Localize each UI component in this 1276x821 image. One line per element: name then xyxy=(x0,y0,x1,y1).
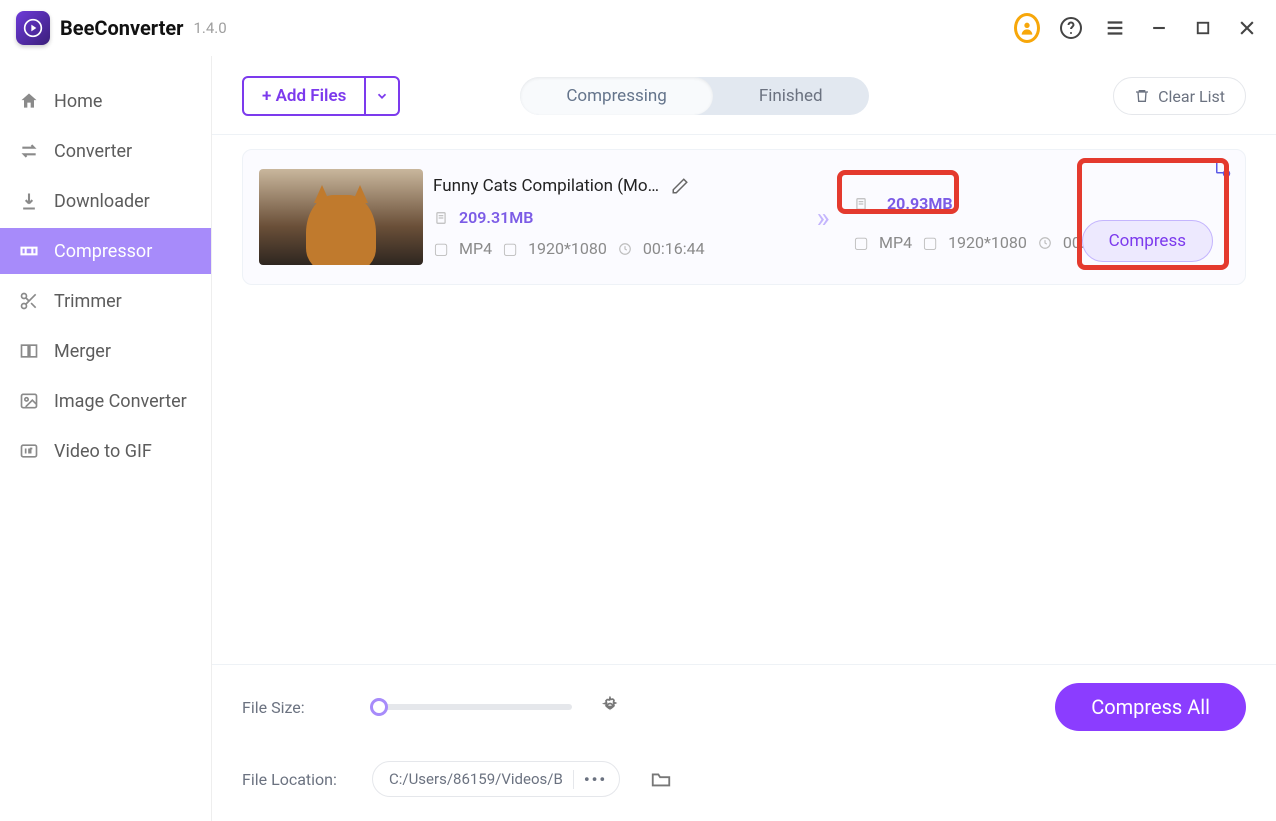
sidebar-item-image-converter[interactable]: Image Converter xyxy=(0,378,211,424)
compressor-icon xyxy=(18,240,40,262)
download-icon xyxy=(18,190,40,212)
trash-icon xyxy=(1134,88,1150,104)
sidebar-item-label: Downloader xyxy=(54,191,150,212)
sidebar-item-label: Converter xyxy=(54,141,132,162)
compress-button[interactable]: Compress xyxy=(1082,220,1213,262)
home-icon xyxy=(18,90,40,112)
maximize-icon[interactable] xyxy=(1190,15,1216,41)
titlebar: BeeConverter 1.4.0 xyxy=(0,0,1276,56)
file-location-field[interactable]: C:/Users/86159/Videos/B ••• xyxy=(372,761,620,797)
sidebar-item-downloader[interactable]: Downloader xyxy=(0,178,211,224)
target-resolution: 1920*1080 xyxy=(948,233,1027,252)
target-format: MP4 xyxy=(879,233,912,252)
account-icon[interactable] xyxy=(1014,15,1040,41)
app-version: 1.4.0 xyxy=(193,19,226,37)
clock-icon xyxy=(617,241,633,257)
sidebar-item-home[interactable]: Home xyxy=(0,78,211,124)
image-icon xyxy=(18,390,40,412)
add-files-dropdown[interactable] xyxy=(364,78,398,114)
toolbar: + Add Files Compressing Finished Clear L… xyxy=(212,56,1276,134)
sidebar-item-label: Image Converter xyxy=(54,391,187,412)
size-settings-icon[interactable] xyxy=(600,696,622,718)
tab-compressing[interactable]: Compressing xyxy=(520,77,712,115)
sidebar-item-label: Home xyxy=(54,91,102,112)
file-card: Funny Cats Compilation (Mos… 209.31MB ▢ … xyxy=(242,149,1246,285)
source-resolution: 1920*1080 xyxy=(528,239,607,258)
file-location-label: File Location: xyxy=(242,770,352,789)
sidebar-item-label: Trimmer xyxy=(54,291,122,312)
sidebar-item-label: Compressor xyxy=(54,241,152,262)
add-files-button[interactable]: + Add Files xyxy=(244,78,364,114)
minimize-icon[interactable] xyxy=(1146,15,1172,41)
file-location-path: C:/Users/86159/Videos/B xyxy=(389,770,563,788)
converter-icon xyxy=(18,140,40,162)
file-icon xyxy=(433,210,449,226)
sidebar-item-merger[interactable]: Merger xyxy=(0,328,211,374)
menu-icon[interactable] xyxy=(1102,15,1128,41)
annotation-highlight-size xyxy=(837,170,959,214)
scissors-icon xyxy=(18,290,40,312)
merger-icon xyxy=(18,340,40,362)
close-icon[interactable] xyxy=(1234,15,1260,41)
tab-finished[interactable]: Finished xyxy=(713,77,869,115)
item-settings-icon[interactable] xyxy=(1213,160,1231,178)
clear-list-label: Clear List xyxy=(1158,87,1225,106)
open-folder-icon[interactable] xyxy=(650,768,672,790)
clear-list-button[interactable]: Clear List xyxy=(1113,77,1246,115)
status-tabs: Compressing Finished xyxy=(520,77,868,115)
compress-all-button[interactable]: Compress All xyxy=(1055,683,1246,731)
sidebar-item-trimmer[interactable]: Trimmer xyxy=(0,278,211,324)
main-area: + Add Files Compressing Finished Clear L… xyxy=(212,56,1276,821)
source-size: 209.31MB xyxy=(459,208,533,227)
app-name: BeeConverter xyxy=(60,16,183,40)
source-format: MP4 xyxy=(459,239,492,258)
video-thumbnail[interactable] xyxy=(259,169,423,265)
app-logo xyxy=(16,11,50,45)
file-size-slider[interactable] xyxy=(372,704,572,710)
sidebar-item-label: Merger xyxy=(54,341,111,362)
gif-icon xyxy=(18,440,40,462)
format-icon: ▢ xyxy=(433,241,449,257)
source-info: Funny Cats Compilation (Mos… 209.31MB ▢ … xyxy=(433,176,793,258)
dimension-icon: ▢ xyxy=(922,235,938,251)
sidebar-item-label: Video to GIF xyxy=(54,441,152,462)
file-size-label: File Size: xyxy=(242,698,352,717)
add-files-group: + Add Files xyxy=(242,76,400,116)
sidebar-item-converter[interactable]: Converter xyxy=(0,128,211,174)
dimension-icon: ▢ xyxy=(502,241,518,257)
sidebar-item-compressor[interactable]: Compressor xyxy=(0,228,211,274)
file-title: Funny Cats Compilation (Mos… xyxy=(433,176,663,196)
format-icon: ▢ xyxy=(853,235,869,251)
path-more-icon[interactable]: ••• xyxy=(573,770,607,789)
source-duration: 00:16:44 xyxy=(643,239,705,258)
sidebar-item-video-to-gif[interactable]: Video to GIF xyxy=(0,428,211,474)
footer: File Size: Compress All File Location: C… xyxy=(212,664,1276,821)
sidebar: Home Converter Downloader Compressor Tri… xyxy=(0,56,212,821)
clock-icon xyxy=(1037,235,1053,251)
help-icon[interactable] xyxy=(1058,15,1084,41)
edit-title-icon[interactable] xyxy=(671,177,689,195)
